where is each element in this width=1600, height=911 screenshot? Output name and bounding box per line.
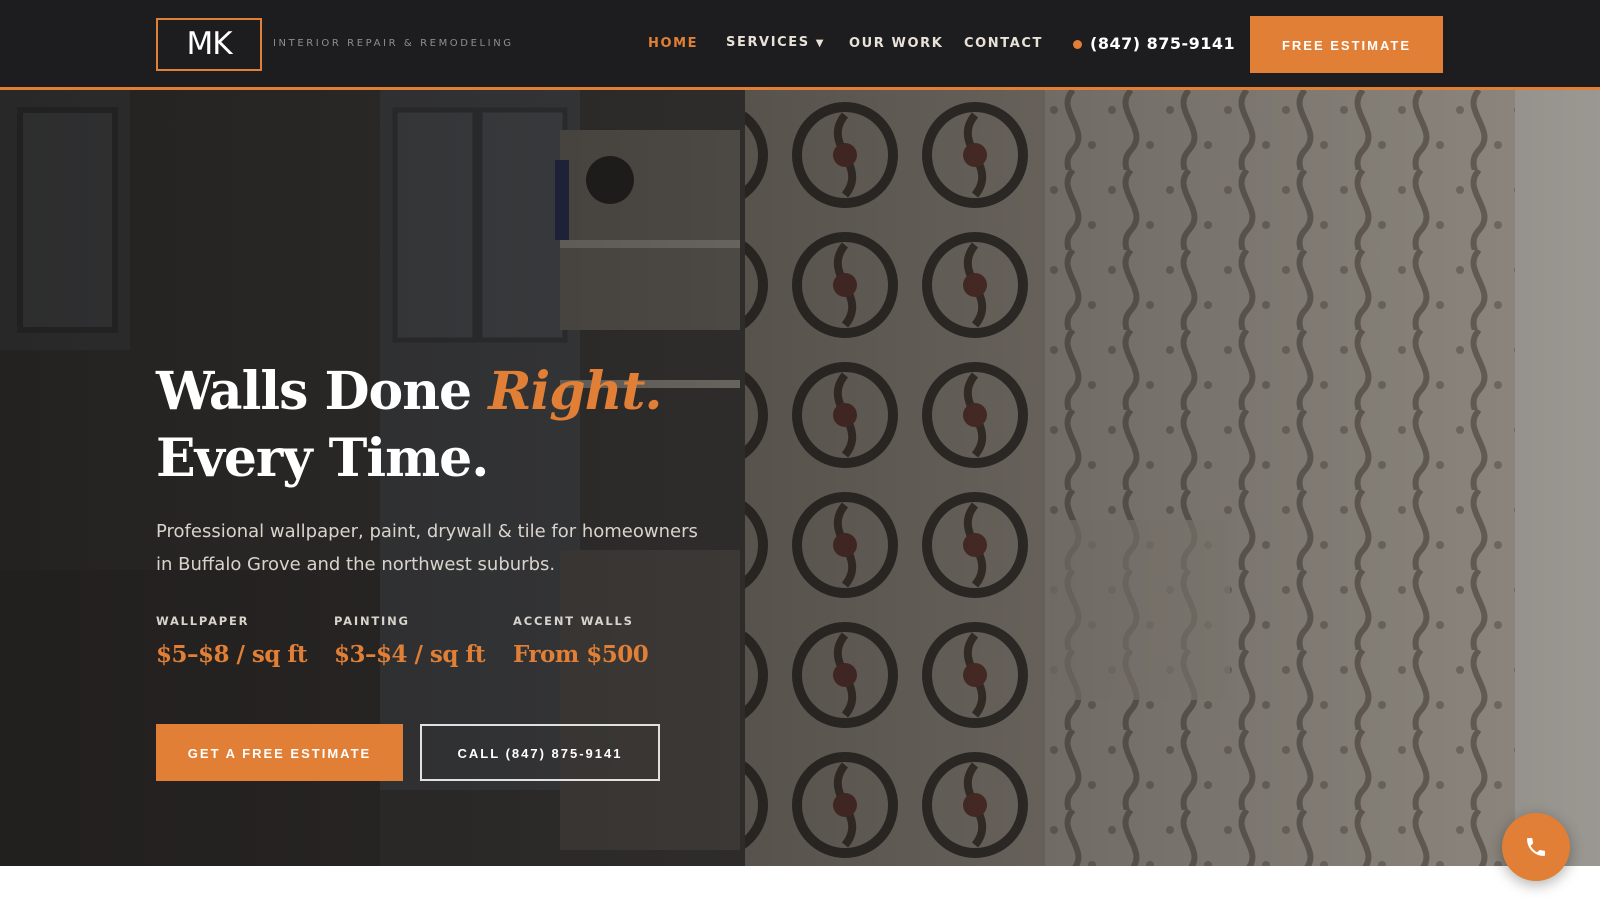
free-estimate-button[interactable]: FREE ESTIMATE bbox=[1250, 16, 1443, 73]
phone-icon bbox=[1527, 838, 1545, 856]
hero-subheading: Professional wallpaper, paint, drywall &… bbox=[156, 521, 698, 575]
price-item-accent-walls: ACCENT WALLS From $500 bbox=[513, 614, 649, 668]
brand-tagline: INTERIOR REPAIR & REMODELING bbox=[273, 38, 514, 49]
nav-item-our-work[interactable]: OUR WORK bbox=[849, 36, 943, 51]
nav-phone-link[interactable]: (847) 875-9141 bbox=[1090, 34, 1235, 53]
price-label: WALLPAPER bbox=[156, 614, 250, 628]
price-label: ACCENT WALLS bbox=[513, 614, 634, 628]
nav-item-contact[interactable]: CONTACT bbox=[964, 36, 1043, 51]
chevron-down-icon: ▼ bbox=[815, 38, 826, 49]
price-value: $3–$4 / sq ft bbox=[334, 641, 486, 668]
call-phone-button[interactable]: CALL (847) 875-9141 bbox=[420, 724, 660, 781]
price-value: $5–$8 / sq ft bbox=[156, 641, 308, 668]
floating-call-button[interactable] bbox=[1502, 813, 1570, 881]
status-dot-icon bbox=[1073, 40, 1082, 49]
price-label: PAINTING bbox=[334, 614, 410, 628]
hero-headline: Walls Done Right. Every Time. bbox=[156, 358, 663, 492]
headline-accent: Right. bbox=[488, 361, 662, 422]
price-value: From $500 bbox=[513, 641, 649, 668]
price-item-wallpaper: WALLPAPER $5–$8 / sq ft bbox=[156, 614, 308, 668]
headline-line-two: Every Time. bbox=[156, 428, 489, 489]
price-item-painting: PAINTING $3–$4 / sq ft bbox=[334, 614, 486, 668]
get-free-estimate-button[interactable]: GET A FREE ESTIMATE bbox=[156, 724, 403, 781]
site-header: MK INTERIOR REPAIR & REMODELING HOME SER… bbox=[0, 0, 1600, 90]
hero-section: Walls Done Right. Every Time. Professiona… bbox=[0, 90, 1600, 866]
nav-item-services[interactable]: SERVICES ▼ bbox=[726, 35, 825, 50]
headline-text: Walls Done bbox=[156, 361, 489, 422]
nav-item-services-label: SERVICES bbox=[726, 35, 810, 50]
logo[interactable]: MK bbox=[156, 18, 262, 71]
nav-item-home[interactable]: HOME bbox=[648, 36, 698, 51]
